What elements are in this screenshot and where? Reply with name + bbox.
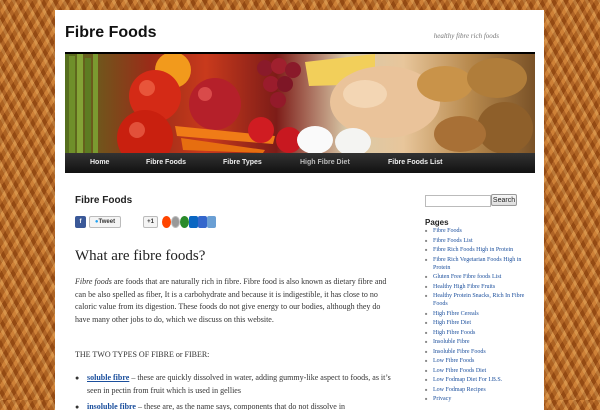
pages-list: Fibre Foods Fibre Foods ListFibre Rich Fo… bbox=[425, 227, 530, 405]
sidebar-page-link[interactable]: Low Fodmap Diet For I.B.S. bbox=[425, 376, 530, 384]
sidebar-page-link[interactable]: Low Fibre Foods Diet bbox=[425, 367, 530, 375]
delicious-icon[interactable] bbox=[198, 216, 207, 228]
sidebar-page-link[interactable]: Gluten Free Fibre foods List bbox=[425, 273, 530, 281]
site-description: healthy fibre rich foods bbox=[433, 32, 499, 40]
sidebar-page-link[interactable]: Fibre Foods bbox=[425, 227, 530, 235]
pages-heading: Pages bbox=[425, 218, 449, 227]
fibre-types-list: soluble fibre – these are quickly dissol… bbox=[75, 372, 395, 410]
sidebar-page-link[interactable]: Privacy bbox=[425, 395, 530, 403]
sidebar-page-link[interactable]: Fibre Rich Vegetarian Foods High in Prot… bbox=[425, 256, 530, 272]
intro-text: are foods that are naturally rich in fib… bbox=[75, 277, 387, 324]
sidebar-page-link[interactable]: Healthy Protein Snacks, Rich In Fibre Fo… bbox=[425, 292, 530, 308]
google-plus-button[interactable]: +1 bbox=[143, 216, 158, 228]
sidebar-page-link[interactable]: High Fibre Diet bbox=[425, 319, 530, 327]
reddit-icon[interactable] bbox=[162, 216, 171, 228]
intro-paragraph: Fibre foods are foods that are naturally… bbox=[75, 276, 395, 326]
sidebar-page-link[interactable]: Healthy High Fibre Fruits bbox=[425, 283, 530, 291]
intro-term: Fibre foods bbox=[75, 277, 112, 286]
main-navigation: Home Fibre Foods Fibre Types High Fibre … bbox=[65, 153, 535, 173]
page-container: Fibre Foods healthy fibre rich foods Hom… bbox=[55, 10, 544, 410]
sidebar-page-link[interactable]: Fibre Rich Foods High in Protein bbox=[425, 246, 530, 254]
sidebar-page-link[interactable]: High Fibre Foods bbox=[425, 329, 530, 337]
share-more-icon[interactable] bbox=[207, 216, 216, 228]
nav-item-fibre-types[interactable]: Fibre Types bbox=[223, 159, 262, 166]
soluble-fibre-link[interactable]: soluble fibre bbox=[87, 373, 129, 382]
nav-item-fibre-foods[interactable]: Fibre Foods bbox=[146, 159, 186, 166]
list-item: insoluble fibre – these are, as the name… bbox=[75, 401, 395, 410]
header-image bbox=[65, 54, 535, 153]
sidebar-page-link[interactable]: Low Fibre Foods bbox=[425, 357, 530, 365]
sidebar-page-link[interactable]: Fibre Foods List bbox=[425, 237, 530, 245]
site-title[interactable]: Fibre Foods bbox=[65, 24, 157, 42]
stumbleupon-icon[interactable] bbox=[180, 216, 189, 228]
linkedin-icon[interactable] bbox=[189, 216, 198, 228]
tweet-button[interactable]: ●Tweet bbox=[89, 216, 121, 228]
food-photo-graphic bbox=[69, 54, 533, 153]
fibre-types-line: THE TWO TYPES OF FIBRE or FIBER: bbox=[75, 350, 210, 359]
search-button[interactable]: Search bbox=[491, 194, 517, 206]
search-input[interactable] bbox=[425, 195, 491, 207]
insoluble-fibre-link[interactable]: insoluble fibre bbox=[87, 402, 136, 410]
nav-item-high-fibre-diet[interactable]: High Fibre Diet bbox=[300, 159, 350, 166]
digg-icon[interactable] bbox=[171, 216, 180, 228]
sidebar-page-link[interactable]: Insoluble Fibre bbox=[425, 338, 530, 346]
sidebar-page-link[interactable]: High Fibre Cereals bbox=[425, 310, 530, 318]
nav-item-fibre-foods-list[interactable]: Fibre Foods List bbox=[388, 159, 442, 166]
entry-title: Fibre Foods bbox=[75, 195, 133, 206]
list-item: soluble fibre – these are quickly dissol… bbox=[75, 372, 395, 397]
sidebar-page-link[interactable]: Insoluble Fibre Foods bbox=[425, 348, 530, 356]
facebook-share-icon[interactable]: f bbox=[75, 216, 86, 228]
nav-item-home[interactable]: Home bbox=[90, 159, 109, 166]
sidebar-page-link[interactable]: Low Fodmap Recipes bbox=[425, 386, 530, 394]
article-heading: What are fibre foods? bbox=[75, 248, 206, 264]
